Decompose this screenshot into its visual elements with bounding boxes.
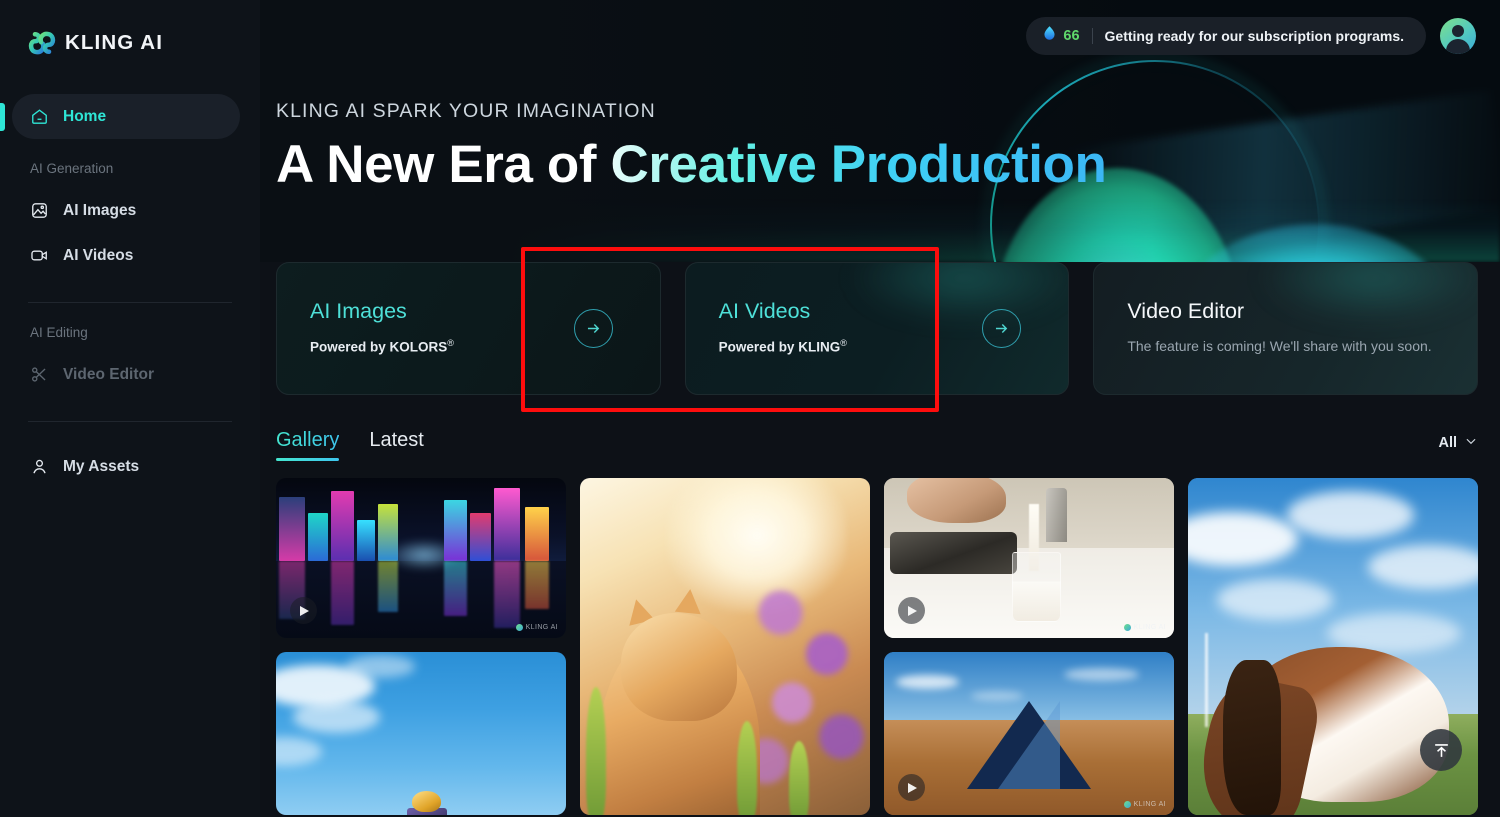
scroll-to-top-icon: [1434, 743, 1448, 757]
watermark-text: KLING AI: [1133, 624, 1166, 631]
gallery-grid: KLING AI KLING AI KLING AI: [276, 478, 1478, 817]
image-icon: [30, 201, 49, 220]
sidebar-divider: [28, 302, 232, 303]
card-title: Video Editor: [1127, 299, 1245, 323]
watermark: KLING AI: [1123, 624, 1166, 631]
sidebar-item-label: AI Videos: [63, 246, 134, 264]
gallery-item-backlit-orange-cat-flowers[interactable]: [580, 478, 870, 815]
brand-logo[interactable]: KLING AI: [0, 14, 260, 64]
gallery-item-mirror-pyramid-desert[interactable]: KLING AI: [884, 652, 1174, 815]
watermark-text: KLING AI: [525, 624, 558, 631]
play-icon[interactable]: [898, 774, 925, 801]
video-editor-card[interactable]: Video Editor The feature is coming! We'l…: [1093, 262, 1479, 395]
gallery-item-blue-sky-golden-spire[interactable]: [276, 652, 566, 815]
sidebar-item-my-assets[interactable]: My Assets: [12, 444, 240, 489]
brand-name: KLING AI: [65, 31, 164, 54]
card-subtitle: The feature is coming! We'll share with …: [1127, 338, 1432, 354]
gallery-item-neon-city-night[interactable]: KLING AI: [276, 478, 566, 638]
action-cards: AI Images Powered by KOLORS® AI Videos P…: [276, 262, 1479, 395]
watermark-text: KLING AI: [1133, 801, 1166, 808]
artwork-blue-sky-golden-spire: [276, 652, 566, 815]
play-icon[interactable]: [290, 597, 317, 624]
watermark-logo-icon: [1123, 624, 1131, 631]
gallery-tabs: Gallery Latest: [276, 429, 424, 461]
watermark-logo-icon: [1123, 801, 1131, 808]
top-header: 66 Getting ready for our subscription pr…: [260, 0, 1500, 72]
artwork-neon-city-night: [276, 478, 566, 638]
subscription-notice: Getting ready for our subscription progr…: [1104, 28, 1404, 44]
video-camera-icon: [30, 246, 49, 265]
kling-ai-app: KLING AI Home AI Generation AI Images AI…: [0, 0, 1500, 817]
arrow-right-icon[interactable]: [573, 309, 613, 348]
sidebar-item-label: Home: [63, 107, 107, 125]
sidebar-item-label: Video Editor: [63, 365, 155, 383]
flame-droplet-icon: [1042, 25, 1057, 47]
kling-infinity-logo-icon: [28, 29, 56, 57]
credits-value: 66: [1063, 28, 1080, 44]
sidebar-item-ai-videos[interactable]: AI Videos: [12, 233, 240, 278]
credits-badge[interactable]: 66: [1042, 25, 1080, 47]
sidebar-group-ai-editing: AI Editing: [30, 325, 88, 340]
active-indicator: [0, 103, 5, 131]
filter-dropdown[interactable]: All: [1438, 434, 1478, 457]
filter-label: All: [1438, 435, 1457, 451]
registered-mark: ®: [840, 338, 847, 348]
user-icon: [30, 457, 49, 476]
main-content: KLING AI SPARK YOUR IMAGINATION A New Er…: [260, 0, 1500, 817]
gallery-column: [580, 478, 870, 817]
ai-images-card[interactable]: AI Images Powered by KOLORS®: [276, 262, 661, 395]
sidebar-nav: Home AI Generation AI Images AI Videos A…: [0, 94, 260, 489]
tab-gallery[interactable]: Gallery: [276, 429, 340, 461]
gallery-item-pouring-milk-into-glass[interactable]: KLING AI: [884, 478, 1174, 638]
artwork-mirror-pyramid-desert: [884, 652, 1174, 815]
watermark-logo-icon: [515, 624, 523, 631]
ai-videos-card[interactable]: AI Videos Powered by KLING®: [684, 262, 1070, 395]
artwork-pouring-milk-into-glass: [884, 478, 1174, 638]
sidebar-item-home[interactable]: Home: [0, 94, 240, 139]
play-icon[interactable]: [898, 597, 925, 624]
sidebar-divider: [28, 421, 232, 422]
hero-kicker: KLING AI SPARK YOUR IMAGINATION: [276, 100, 656, 122]
gallery-column: KLING AI: [276, 478, 566, 817]
tab-latest[interactable]: Latest: [369, 429, 423, 461]
sidebar-group-ai-generation: AI Generation: [30, 161, 114, 176]
scroll-to-top-button[interactable]: [1420, 729, 1462, 771]
avatar[interactable]: [1440, 18, 1476, 54]
gallery-column: KLING AI KLING AI: [884, 478, 1174, 817]
hero-copy: KLING AI SPARK YOUR IMAGINATION A New Er…: [276, 100, 1107, 194]
scissors-icon: [30, 365, 49, 384]
chevron-down-icon: [1464, 434, 1478, 453]
sidebar-item-video-editor[interactable]: Video Editor: [12, 352, 240, 397]
pill-divider: [1091, 28, 1093, 44]
credits-and-notice-pill[interactable]: 66 Getting ready for our subscription pr…: [1026, 17, 1426, 55]
watermark: KLING AI: [1123, 801, 1166, 808]
gallery-header: Gallery Latest All: [276, 425, 1478, 465]
artwork-backlit-orange-cat-flowers: [580, 478, 870, 815]
sidebar-item-ai-images[interactable]: AI Images: [12, 188, 240, 233]
hero-title: A New Era of Creative Production: [276, 135, 1107, 194]
sidebar-item-label: AI Images: [63, 201, 137, 219]
sidebar-item-label: My Assets: [63, 457, 140, 475]
registered-mark: ®: [447, 338, 454, 348]
card-subtitle-text: Powered by KLING: [718, 339, 841, 355]
home-icon: [30, 107, 49, 126]
card-subtitle-text: Powered by KOLORS: [310, 339, 448, 355]
watermark: KLING AI: [515, 624, 558, 631]
sidebar: KLING AI Home AI Generation AI Images AI…: [0, 0, 260, 817]
